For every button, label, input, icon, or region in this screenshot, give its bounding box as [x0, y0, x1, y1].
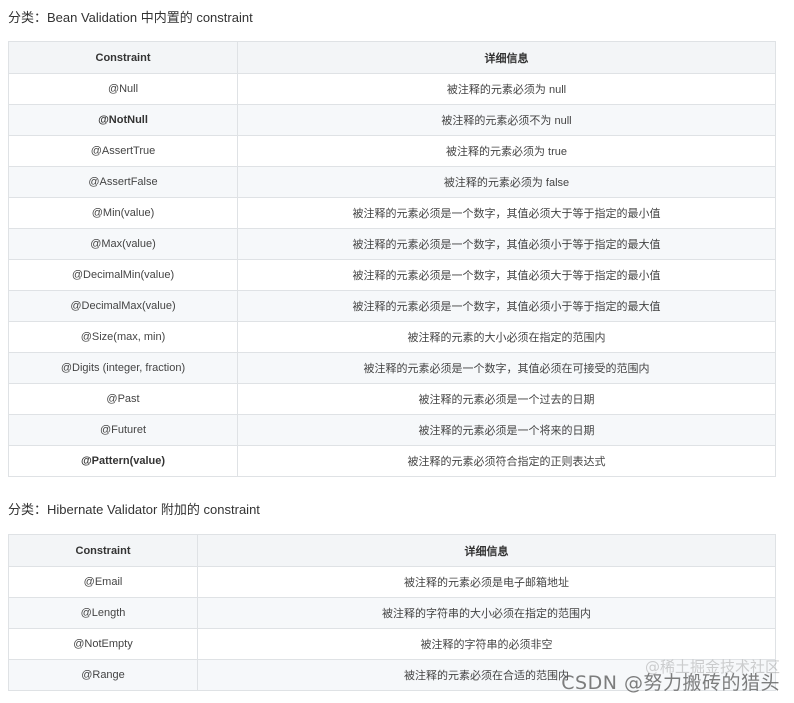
detail-cell: 被注释的元素必须符合指定的正则表达式	[237, 445, 776, 477]
column-header-detail: 详细信息	[237, 41, 776, 74]
table-row: @Max(value) 被注释的元素必须是一个数字，其值必须小于等于指定的最大值	[8, 228, 776, 260]
table-row: @Past 被注释的元素必须是一个过去的日期	[8, 383, 776, 415]
detail-cell: 被注释的元素必须是一个数字，其值必须小于等于指定的最大值	[237, 290, 776, 322]
detail-cell: 被注释的元素必须是一个数字，其值必须大于等于指定的最小值	[237, 259, 776, 291]
table-row: @Size(max, min) 被注释的元素的大小必须在指定的范围内	[8, 321, 776, 353]
constraint-cell: @NotNull	[8, 104, 238, 136]
table-row: @Digits (integer, fraction) 被注释的元素必须是一个数字…	[8, 352, 776, 384]
constraint-cell: @Futuret	[8, 414, 238, 446]
table-row: @NotEmpty 被注释的字符串的必须非空	[8, 628, 776, 660]
detail-cell: 被注释的元素必须是一个将来的日期	[237, 414, 776, 446]
constraint-cell: @Length	[8, 597, 198, 629]
constraint-cell: @Pattern(value)	[8, 445, 238, 477]
section-title-bean-validation: 分类：Bean Validation 中内置的 constraint	[8, 10, 253, 25]
constraint-cell: @Min(value)	[8, 197, 238, 229]
section-title-hibernate-validator: 分类：Hibernate Validator 附加的 constraint	[8, 502, 260, 517]
detail-cell: 被注释的元素必须是一个数字，其值必须在可接受的范围内	[237, 352, 776, 384]
detail-cell: 被注释的元素必须是一个数字，其值必须大于等于指定的最小值	[237, 197, 776, 229]
constraint-cell: @Range	[8, 659, 198, 691]
constraint-cell: @AssertFalse	[8, 166, 238, 198]
watermark-csdn: CSDN @努力搬砖的猎头	[561, 672, 780, 694]
table-row: @Length 被注释的字符串的大小必须在指定的范围内	[8, 597, 776, 629]
table-row: @DecimalMax(value) 被注释的元素必须是一个数字，其值必须小于等于…	[8, 290, 776, 322]
detail-cell: 被注释的元素必须是一个数字，其值必须小于等于指定的最大值	[237, 228, 776, 260]
constraint-cell: @Past	[8, 383, 238, 415]
detail-cell: 被注释的字符串的大小必须在指定的范围内	[197, 597, 776, 629]
column-header-constraint: Constraint	[8, 534, 198, 567]
constraint-cell: @DecimalMin(value)	[8, 259, 238, 291]
constraint-cell: @DecimalMax(value)	[8, 290, 238, 322]
table-row: @AssertTrue 被注释的元素必须为 true	[8, 135, 776, 167]
table-row: @Null 被注释的元素必须为 null	[8, 73, 776, 105]
detail-cell: 被注释的字符串的必须非空	[197, 628, 776, 660]
detail-cell: 被注释的元素必须是一个过去的日期	[237, 383, 776, 415]
detail-cell: 被注释的元素必须为 null	[237, 73, 776, 105]
table-row: @Pattern(value) 被注释的元素必须符合指定的正则表达式	[8, 445, 776, 477]
table-row: @AssertFalse 被注释的元素必须为 false	[8, 166, 776, 198]
detail-cell: 被注释的元素必须是电子邮箱地址	[197, 566, 776, 598]
table-header-row: Constraint 详细信息	[8, 41, 776, 74]
constraint-cell: @Max(value)	[8, 228, 238, 260]
table-row: @Min(value) 被注释的元素必须是一个数字，其值必须大于等于指定的最小值	[8, 197, 776, 229]
detail-cell: 被注释的元素的大小必须在指定的范围内	[237, 321, 776, 353]
table-row: @DecimalMin(value) 被注释的元素必须是一个数字，其值必须大于等于…	[8, 259, 776, 291]
detail-cell: 被注释的元素必须为 false	[237, 166, 776, 198]
column-header-constraint: Constraint	[8, 41, 238, 74]
constraint-cell: @AssertTrue	[8, 135, 238, 167]
constraint-cell: @Size(max, min)	[8, 321, 238, 353]
constraint-cell: @Email	[8, 566, 198, 598]
constraint-cell: @Null	[8, 73, 238, 105]
table-row: @Futuret 被注释的元素必须是一个将来的日期	[8, 414, 776, 446]
column-header-detail: 详细信息	[197, 534, 776, 567]
constraint-cell: @NotEmpty	[8, 628, 198, 660]
table-row: @NotNull 被注释的元素必须不为 null	[8, 104, 776, 136]
table-row: @Email 被注释的元素必须是电子邮箱地址	[8, 566, 776, 598]
table-header-row: Constraint 详细信息	[8, 534, 776, 567]
bean-validation-table: Constraint 详细信息 @Null 被注释的元素必须为 null @NotN…	[8, 41, 776, 477]
detail-cell: 被注释的元素必须不为 null	[237, 104, 776, 136]
constraint-cell: @Digits (integer, fraction)	[8, 352, 238, 384]
detail-cell: 被注释的元素必须为 true	[237, 135, 776, 167]
